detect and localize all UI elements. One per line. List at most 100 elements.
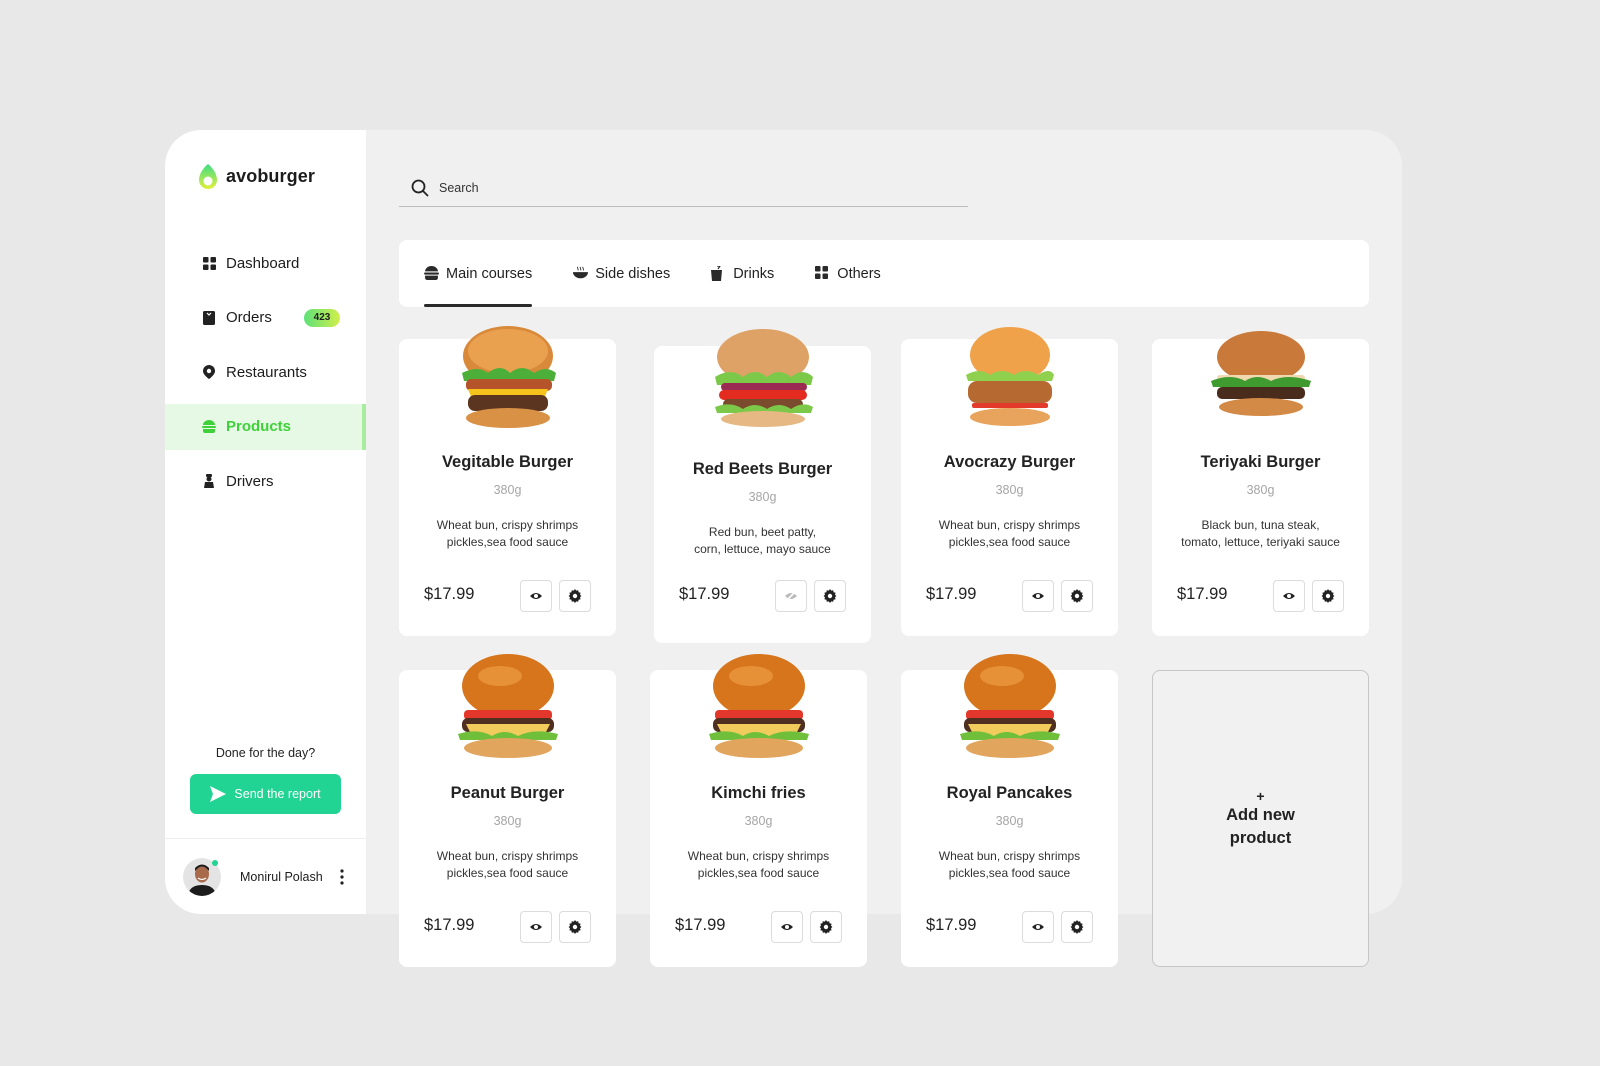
toggle-visibility-button[interactable] bbox=[1022, 580, 1054, 612]
eye-icon bbox=[1032, 924, 1044, 930]
send-icon bbox=[210, 786, 227, 802]
gear-icon bbox=[568, 920, 582, 934]
more-options-icon[interactable] bbox=[339, 869, 345, 885]
search-icon bbox=[411, 179, 429, 197]
sidebar-item-label: Orders bbox=[226, 309, 272, 326]
product-price: $17.99 bbox=[679, 585, 730, 603]
product-price: $17.99 bbox=[675, 916, 726, 934]
burger-image bbox=[708, 654, 809, 758]
sidebar-item-products[interactable]: Products bbox=[165, 403, 366, 450]
sidebar-item-drivers[interactable]: Drivers bbox=[165, 458, 366, 504]
plus-icon: + bbox=[1256, 787, 1265, 804]
tab-label: Side dishes bbox=[595, 265, 671, 282]
eye-off-icon bbox=[784, 590, 798, 602]
product-weight: 380g bbox=[995, 814, 1024, 828]
eye-icon bbox=[530, 593, 542, 599]
product-settings-button[interactable] bbox=[559, 911, 591, 943]
tab-label: Others bbox=[837, 265, 881, 282]
grid-icon bbox=[202, 256, 216, 270]
sidebar-item-orders[interactable]: Orders 423 bbox=[165, 295, 366, 341]
product-card[interactable]: Avocrazy Burger 380g Wheat bun, crispy s… bbox=[901, 327, 1118, 636]
sidebar-divider bbox=[165, 838, 366, 839]
burger-image bbox=[461, 326, 556, 428]
search-bar[interactable] bbox=[399, 170, 968, 207]
product-description: Wheat bun, crispy shrimps pickles,sea foo… bbox=[436, 518, 579, 549]
product-card[interactable]: Peanut Burger 380g Wheat bun, crispy shr… bbox=[399, 654, 616, 967]
product-price: $17.99 bbox=[424, 916, 475, 934]
product-description: Red bun, beet patty, corn, lettuce, mayo … bbox=[694, 525, 831, 556]
user-profile[interactable]: Monirul Polash bbox=[183, 858, 353, 896]
product-weight: 380g bbox=[748, 490, 777, 504]
product-settings-button[interactable] bbox=[810, 911, 842, 943]
product-description: Wheat bun, crispy shrimps pickles,sea foo… bbox=[938, 849, 1081, 880]
gear-icon bbox=[819, 920, 833, 934]
product-settings-button[interactable] bbox=[1312, 580, 1344, 612]
product-name: Teriyaki Burger bbox=[1200, 453, 1321, 471]
burger-image bbox=[457, 654, 558, 758]
product-card[interactable]: Red Beets Burger 380g Red bun, beet patt… bbox=[654, 329, 871, 643]
toggle-visibility-button[interactable] bbox=[1022, 911, 1054, 943]
product-name: Avocrazy Burger bbox=[943, 453, 1076, 471]
add-product-button[interactable]: + Add new product bbox=[1152, 670, 1369, 967]
product-name: Vegitable Burger bbox=[441, 453, 574, 471]
tab-label: Main courses bbox=[446, 265, 533, 282]
product-price: $17.99 bbox=[926, 916, 977, 934]
product-description: Wheat bun, crispy shrimps pickles,sea foo… bbox=[436, 849, 579, 880]
product-card[interactable]: Royal Pancakes 380g Wheat bun, crispy sh… bbox=[901, 654, 1118, 967]
tab-drinks[interactable]: Drinks bbox=[711, 240, 774, 307]
bowl-icon bbox=[573, 266, 589, 281]
burger-icon bbox=[424, 266, 439, 281]
product-card[interactable]: Kimchi fries 380g Wheat bun, crispy shri… bbox=[650, 654, 867, 967]
toggle-visibility-button[interactable] bbox=[775, 580, 807, 612]
send-report-label: Send the report bbox=[234, 787, 321, 801]
tab-others[interactable]: Others bbox=[815, 240, 881, 307]
gear-icon bbox=[1321, 589, 1335, 603]
gear-icon bbox=[568, 589, 582, 603]
category-tabs: Main courses Side dishes Drinks Others bbox=[399, 240, 1369, 307]
map-pin-icon bbox=[202, 365, 216, 379]
burger-icon bbox=[202, 420, 216, 434]
product-settings-button[interactable] bbox=[1061, 580, 1093, 612]
product-price: $17.99 bbox=[926, 585, 977, 603]
product-weight: 380g bbox=[995, 483, 1024, 497]
sidebar-item-label: Products bbox=[226, 418, 292, 435]
tab-side-dishes[interactable]: Side dishes bbox=[573, 240, 670, 307]
product-settings-button[interactable] bbox=[814, 580, 846, 612]
grid-icon bbox=[815, 266, 830, 281]
product-card[interactable]: Teriyaki Burger 380g Black bun, tuna ste… bbox=[1152, 331, 1369, 636]
sidebar-nav: Dashboard Orders 423 Restaurants Product… bbox=[165, 240, 366, 513]
gear-icon bbox=[1070, 920, 1084, 934]
orders-count-badge: 423 bbox=[304, 308, 340, 327]
burger-image bbox=[959, 654, 1060, 758]
brand-logo[interactable]: avoburger bbox=[198, 163, 315, 189]
sidebar-item-dashboard[interactable]: Dashboard bbox=[165, 240, 366, 286]
toggle-visibility-button[interactable] bbox=[771, 911, 803, 943]
product-settings-button[interactable] bbox=[1061, 911, 1093, 943]
toggle-visibility-button[interactable] bbox=[520, 580, 552, 612]
product-card[interactable]: Vegitable Burger 380g Wheat bun, crispy … bbox=[399, 326, 616, 636]
product-settings-button[interactable] bbox=[559, 580, 591, 612]
product-weight: 380g bbox=[1246, 483, 1275, 497]
product-weight: 380g bbox=[744, 814, 773, 828]
sidebar-item-restaurants[interactable]: Restaurants bbox=[165, 349, 366, 395]
product-name: Kimchi fries bbox=[711, 784, 806, 802]
tab-label: Drinks bbox=[733, 265, 775, 282]
gear-icon bbox=[823, 589, 837, 603]
sidebar-item-label: Drivers bbox=[226, 472, 274, 490]
sidebar-item-label: Dashboard bbox=[226, 254, 300, 272]
search-input[interactable] bbox=[439, 181, 939, 195]
toggle-visibility-button[interactable] bbox=[520, 911, 552, 943]
toggle-visibility-button[interactable] bbox=[1273, 580, 1305, 612]
burger-image bbox=[965, 327, 1054, 426]
product-description: Black bun, tuna steak, tomato, lettuce, t… bbox=[1181, 518, 1340, 549]
send-report-button[interactable]: Send the report bbox=[190, 774, 341, 814]
eye-icon bbox=[781, 924, 793, 930]
product-description: Wheat bun, crispy shrimps pickles,sea foo… bbox=[938, 518, 1081, 549]
eye-icon bbox=[530, 924, 542, 930]
tab-main-courses[interactable]: Main courses bbox=[424, 240, 533, 307]
burger-image bbox=[714, 329, 813, 427]
eye-icon bbox=[1283, 593, 1295, 599]
user-name: Monirul Polash bbox=[240, 870, 323, 884]
product-price: $17.99 bbox=[424, 585, 475, 603]
brand-name: avoburger bbox=[226, 165, 315, 186]
